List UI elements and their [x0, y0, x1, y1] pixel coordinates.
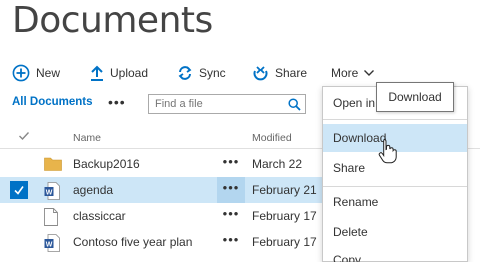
- file-name[interactable]: Backup2016: [73, 157, 140, 171]
- search-input[interactable]: [149, 95, 285, 113]
- upload-arrow-icon: [91, 65, 103, 81]
- select-all-check-icon[interactable]: [18, 130, 30, 142]
- row-actions-button[interactable]: •••: [217, 177, 245, 203]
- row-checkbox[interactable]: [10, 207, 28, 225]
- share-button[interactable]: Share: [252, 62, 307, 84]
- page-title: Documents: [12, 0, 213, 41]
- file-name[interactable]: classiccar: [73, 209, 126, 223]
- share-icon: [253, 65, 268, 80]
- svg-text:W: W: [46, 241, 53, 248]
- plus-circle-icon: [12, 64, 30, 82]
- row-actions-button[interactable]: •••: [217, 229, 245, 255]
- menu-item-delete[interactable]: Delete: [323, 218, 467, 246]
- share-label: Share: [275, 66, 308, 80]
- row-checkbox[interactable]: [10, 181, 28, 199]
- upload-button[interactable]: Upload: [90, 62, 148, 84]
- sync-button[interactable]: Sync: [177, 62, 226, 84]
- row-checkbox[interactable]: [10, 155, 28, 173]
- upload-label: Upload: [110, 66, 149, 80]
- modified-date: February 17: [252, 209, 317, 223]
- new-button[interactable]: New: [12, 62, 60, 84]
- more-dropdown-menu: Open in Download Share Rename Delete Cop…: [322, 86, 468, 262]
- file-icon: [44, 208, 58, 226]
- row-actions-button[interactable]: •••: [217, 151, 245, 177]
- sync-label: Sync: [199, 66, 226, 80]
- column-name[interactable]: Name: [73, 132, 101, 144]
- file-name[interactable]: agenda: [73, 183, 113, 197]
- view-options-button[interactable]: •••: [108, 94, 126, 110]
- svg-text:W: W: [46, 189, 53, 196]
- more-button[interactable]: More: [331, 62, 375, 84]
- modified-date: February 21: [252, 183, 317, 197]
- menu-item-copy[interactable]: Copy: [323, 248, 467, 262]
- file-name[interactable]: Contoso five year plan: [73, 235, 192, 249]
- download-tooltip: Download: [376, 82, 454, 112]
- all-documents-view[interactable]: All Documents: [12, 96, 93, 108]
- menu-item-rename[interactable]: Rename: [323, 188, 467, 216]
- search-box: [148, 94, 306, 114]
- modified-date: March 22: [252, 157, 303, 171]
- menu-separator: [323, 186, 467, 187]
- word-document-icon: W: [44, 182, 60, 200]
- search-icon[interactable]: [288, 98, 301, 111]
- modified-date: February 17: [252, 235, 317, 249]
- word-document-icon: W: [44, 234, 60, 252]
- chevron-down-icon: [364, 70, 375, 76]
- row-checkbox[interactable]: [10, 233, 28, 251]
- folder-icon: [44, 157, 62, 171]
- new-label: New: [36, 66, 61, 80]
- column-modified[interactable]: Modified: [252, 132, 292, 144]
- row-actions-button[interactable]: •••: [217, 203, 245, 229]
- menu-separator: [323, 119, 467, 120]
- sync-icon: [178, 66, 192, 80]
- checkmark-icon: [14, 186, 24, 195]
- hand-pointer-icon: [378, 138, 397, 164]
- command-bar: New Upload Sync Share More: [0, 62, 480, 84]
- more-label: More: [331, 66, 359, 80]
